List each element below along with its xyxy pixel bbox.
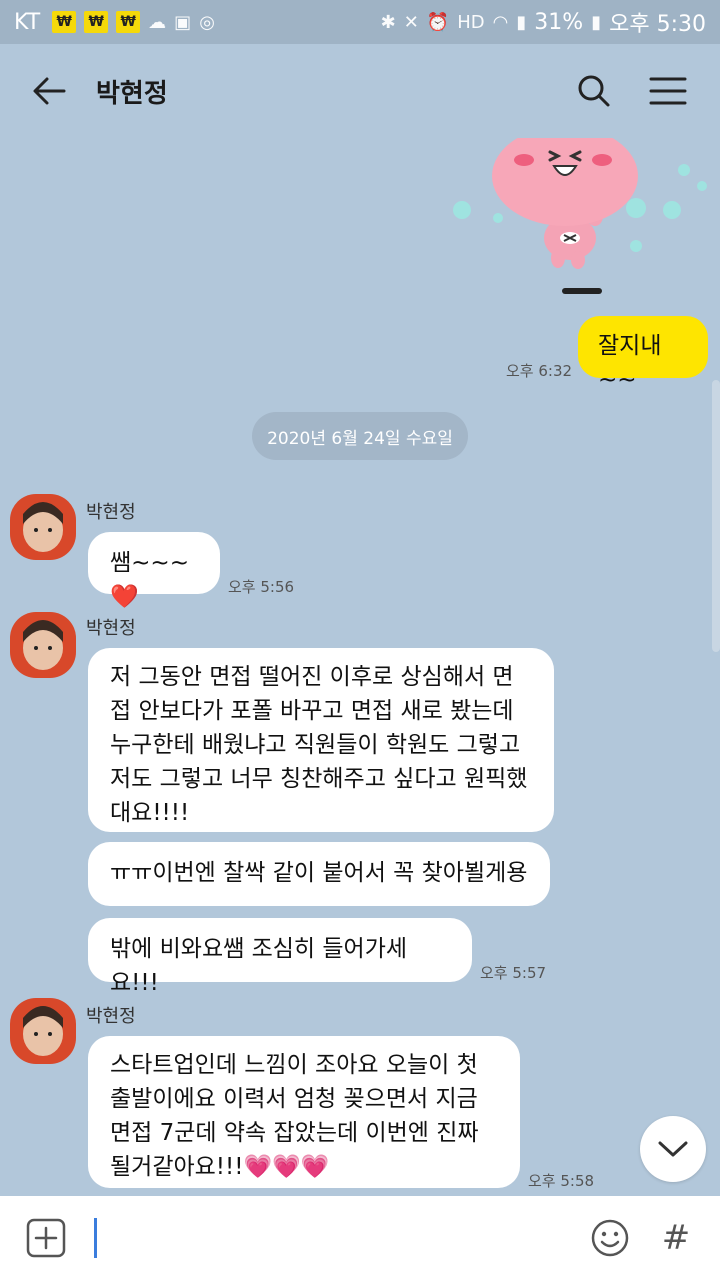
status-bar: KT ₩ ₩ ₩ ☁ ▣ ◎ ✱ ✕ ⏰ HD ◠ ▮ 31% ▮ 오후 5:3… (0, 0, 720, 44)
hashtag-button[interactable]: # (652, 1214, 700, 1262)
scrollbar[interactable] (712, 380, 720, 652)
avatar[interactable] (10, 998, 76, 1064)
back-button[interactable] (24, 66, 74, 116)
text-caret (94, 1218, 97, 1258)
chat-header: 박현정 (0, 44, 720, 138)
app-icon: ◎ (199, 11, 215, 33)
hamburger-icon (649, 77, 687, 105)
message-bubble[interactable]: 저 그동안 면접 떨어진 이후로 상심해서 면접 안보다가 포폴 바꾸고 면접 … (88, 648, 554, 832)
message-text: 밖에 비와요쌤 조심히 들어가세요!!! (110, 936, 408, 996)
pink-character-sticker-icon (453, 126, 707, 294)
message-text: 쌤~~~❤️ (110, 550, 189, 610)
message-time: 오후 5:56 (228, 578, 295, 596)
message-text: ㅠㅠ이번엔 찰싹 같이 붙어서 꼭 찾아뵐게용 (110, 860, 528, 886)
menu-button[interactable] (640, 63, 696, 119)
message-bubble[interactable]: 쌤~~~❤️ (88, 532, 220, 610)
message-time: 오후 5:58 (528, 1172, 595, 1190)
calendar-icon: ▣ (174, 11, 192, 33)
sender-name: 박현정 (86, 618, 136, 639)
won-notification-icon: ₩ (116, 11, 141, 33)
my-message-bubble[interactable]: 잘지내~~ (578, 316, 708, 393)
back-arrow-icon (33, 77, 66, 105)
my-message-text: 잘지내~~ (598, 333, 662, 393)
won-notification-icon: ₩ (84, 11, 109, 33)
avatar[interactable] (10, 612, 76, 678)
attach-button[interactable] (22, 1214, 70, 1262)
status-time: 오후 5:30 (609, 12, 706, 37)
hd-icon: HD (457, 11, 485, 33)
battery-percent: 31% (534, 9, 584, 35)
sender-name: 박현정 (86, 1006, 136, 1027)
message-time: 오후 5:57 (480, 964, 547, 982)
chevron-down-icon (658, 1141, 688, 1157)
profile-photo-icon (10, 494, 76, 560)
message-text: 스타트업인데 느낌이 조아요 오늘이 첫출발이에요 이력서 엄청 꽂으면서 지금… (110, 1052, 479, 1180)
wifi-icon: ◠ (492, 11, 509, 33)
message-bubble[interactable]: 밖에 비와요쌤 조심히 들어가세요!!! (88, 918, 472, 996)
chat-title: 박현정 (96, 78, 168, 109)
alarm-icon: ⏰ (426, 11, 450, 33)
smiley-icon (591, 1219, 629, 1257)
plus-icon (26, 1218, 66, 1258)
sender-name: 박현정 (86, 502, 136, 523)
avatar[interactable] (10, 494, 76, 560)
battery-icon: ▮ (591, 11, 602, 33)
bluetooth-icon: ✱ (380, 11, 396, 33)
mute-icon: ✕ (403, 11, 419, 33)
input-bar: # (0, 1196, 720, 1280)
message-text: 저 그동안 면접 떨어진 이후로 상심해서 면접 안보다가 포폴 바꾸고 면접 … (110, 664, 528, 826)
message-input[interactable] (94, 1216, 568, 1260)
profile-photo-icon (10, 998, 76, 1064)
emoticon-button[interactable] (586, 1214, 634, 1262)
carrier-label: KT (14, 9, 41, 35)
message-time: 오후 6:32 (506, 362, 573, 380)
date-divider: 2020년 6월 24일 수요일 (252, 412, 468, 460)
won-notification-icon: ₩ (52, 11, 77, 33)
signal-icon: ▮ (516, 11, 527, 33)
profile-photo-icon (10, 612, 76, 678)
message-bubble[interactable]: 스타트업인데 느낌이 조아요 오늘이 첫출발이에요 이력서 엄청 꽂으면서 지금… (88, 1036, 520, 1188)
cloud-icon: ☁ (148, 11, 167, 33)
search-button[interactable] (566, 63, 622, 119)
search-icon (578, 75, 610, 107)
sticker-image[interactable] (440, 126, 710, 300)
message-bubble[interactable]: ㅠㅠ이번엔 찰싹 같이 붙어서 꼭 찾아뵐게용 (88, 842, 550, 906)
scroll-to-bottom-button[interactable] (640, 1116, 706, 1182)
